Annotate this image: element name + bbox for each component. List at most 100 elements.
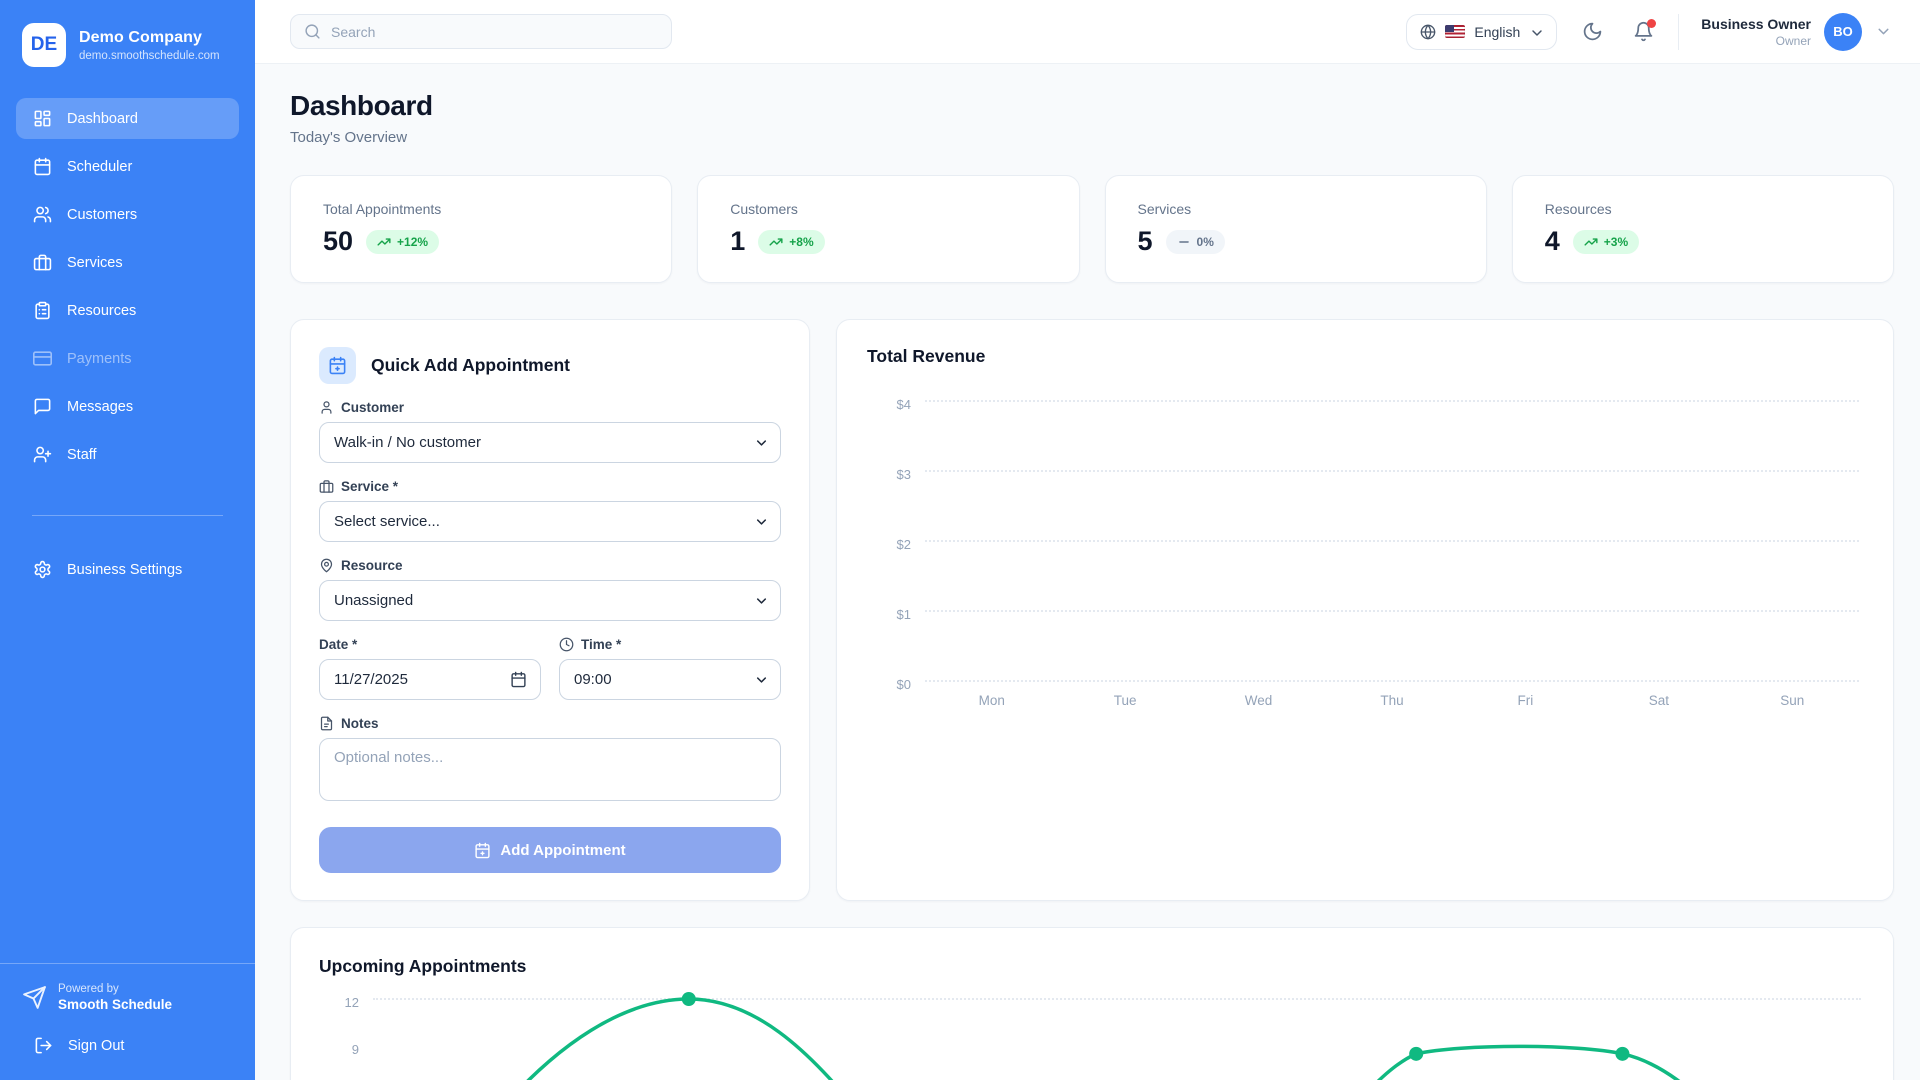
upcoming-line-svg	[377, 999, 1894, 1080]
sign-out-button[interactable]: Sign Out	[22, 1025, 235, 1066]
sidebar-item-services[interactable]: Services	[16, 242, 239, 283]
stat-value: 50	[323, 226, 353, 257]
topbar-divider	[1678, 14, 1679, 50]
chevron-down-icon	[1875, 23, 1892, 40]
search-input[interactable]	[331, 24, 658, 40]
calendar-icon	[33, 157, 52, 176]
upcoming-data-point	[1615, 1047, 1629, 1061]
resource-select[interactable]: Unassigned	[319, 580, 781, 621]
resource-field-label: Resource	[319, 558, 781, 573]
stat-delta-badge: +12%	[366, 230, 439, 254]
revenue-x-label: Thu	[1325, 693, 1458, 708]
date-field-label: Date *	[319, 637, 541, 652]
sidebar-item-payments[interactable]: Payments	[16, 338, 239, 379]
sidebar-divider	[32, 515, 223, 516]
revenue-title: Total Revenue	[867, 346, 1863, 367]
notes-field-label: Notes	[319, 716, 781, 731]
search-box	[290, 14, 672, 49]
sidebar-item-scheduler[interactable]: Scheduler	[16, 146, 239, 187]
user-menu[interactable]: Business Owner Owner BO	[1701, 13, 1892, 51]
sidebar-item-label: Scheduler	[67, 159, 132, 175]
content: Dashboard Today's Overview Total Appoint…	[255, 64, 1920, 1080]
stat-value: 4	[1545, 226, 1560, 257]
sidebar-item-customers[interactable]: Customers	[16, 194, 239, 235]
powered-by: Powered by Smooth Schedule	[22, 983, 235, 1012]
service-select[interactable]: Select service...	[319, 501, 781, 542]
upcoming-chart: 129	[319, 999, 1865, 1080]
briefcase-icon	[33, 253, 52, 272]
upcoming-card: Upcoming Appointments 129	[290, 927, 1894, 1080]
clipboard-icon	[33, 301, 52, 320]
stat-value: 1	[730, 226, 745, 257]
gear-icon	[33, 560, 52, 579]
user-role: Owner	[1701, 34, 1811, 48]
quick-add-title: Quick Add Appointment	[371, 355, 570, 376]
sidebar-item-staff[interactable]: Staff	[16, 434, 239, 475]
page-title: Dashboard	[290, 90, 1894, 122]
add-appointment-button[interactable]: Add Appointment	[319, 827, 781, 873]
message-square-icon	[33, 397, 52, 416]
stat-card-services: Services 5 0%	[1105, 175, 1487, 283]
upcoming-data-point	[1409, 1047, 1423, 1061]
calendar-icon	[510, 671, 527, 688]
topbar: English Business Owner Owner BO	[255, 0, 1920, 64]
minus-icon	[1177, 235, 1191, 249]
moon-icon	[1582, 21, 1603, 42]
service-field-label: Service *	[319, 479, 781, 494]
brand-domain: demo.smoothschedule.com	[79, 50, 220, 62]
page-subtitle: Today's Overview	[290, 129, 1894, 146]
search-icon	[304, 23, 321, 40]
sidebar-item-label: Resources	[67, 303, 136, 319]
customer-select[interactable]: Walk-in / No customer	[319, 422, 781, 463]
sidebar-footer: Powered by Smooth Schedule Sign Out	[0, 963, 255, 1080]
stat-card-customers: Customers 1 +8%	[697, 175, 1079, 283]
notifications-button[interactable]	[1633, 21, 1654, 42]
language-label: English	[1474, 24, 1520, 40]
staff-icon	[33, 445, 52, 464]
notification-dot	[1647, 19, 1656, 28]
sidebar: DE Demo Company demo.smoothschedule.com …	[0, 0, 255, 1080]
sidebar-nav: Dashboard Scheduler Customers Services R…	[0, 85, 255, 590]
customer-field-label: Customer	[319, 400, 781, 415]
chevron-down-icon	[1529, 25, 1543, 39]
sidebar-item-resources[interactable]: Resources	[16, 290, 239, 331]
avatar: BO	[1824, 13, 1862, 51]
user-icon	[319, 400, 334, 415]
revenue-x-label: Mon	[925, 693, 1058, 708]
sidebar-item-label: Customers	[67, 207, 137, 223]
sidebar-item-messages[interactable]: Messages	[16, 386, 239, 427]
trending-up-icon	[1584, 235, 1598, 249]
stats-row: Total Appointments 50 +12% Customers 1 +…	[290, 175, 1894, 283]
stat-label: Total Appointments	[323, 201, 639, 217]
language-selector[interactable]: English	[1406, 14, 1557, 50]
users-icon	[33, 205, 52, 224]
stat-label: Services	[1138, 201, 1454, 217]
sidebar-item-label: Dashboard	[67, 111, 138, 127]
stat-delta-badge: 0%	[1166, 230, 1225, 254]
dark-mode-toggle[interactable]	[1582, 21, 1603, 42]
trending-up-icon	[377, 235, 391, 249]
log-out-icon	[34, 1036, 53, 1055]
smooth-schedule-logo-icon	[22, 985, 47, 1010]
stat-label: Resources	[1545, 201, 1861, 217]
date-input[interactable]: 11/27/2025	[319, 659, 541, 700]
sidebar-item-dashboard[interactable]: Dashboard	[16, 98, 239, 139]
sidebar-item-business-settings[interactable]: Business Settings	[16, 549, 239, 590]
brand-name: Demo Company	[79, 29, 220, 47]
quick-add-card: Quick Add Appointment Customer Walk-in /…	[290, 319, 810, 901]
brand-logo: DE	[22, 23, 66, 67]
revenue-x-label: Wed	[1192, 693, 1325, 708]
sidebar-item-label: Services	[67, 255, 123, 271]
powered-by-label: Powered by	[58, 983, 172, 995]
stat-delta-badge: +8%	[758, 230, 824, 254]
time-select[interactable]: 09:00	[559, 659, 781, 700]
main-grid: Quick Add Appointment Customer Walk-in /…	[290, 319, 1894, 901]
notes-textarea[interactable]	[319, 738, 781, 801]
sign-out-label: Sign Out	[68, 1038, 124, 1054]
app-root: DE Demo Company demo.smoothschedule.com …	[0, 0, 1920, 1080]
calendar-plus-icon	[474, 842, 491, 859]
main-area: English Business Owner Owner BO	[255, 0, 1920, 1080]
topbar-right: English Business Owner Owner BO	[1406, 13, 1892, 51]
sidebar-item-label: Business Settings	[67, 562, 182, 578]
file-text-icon	[319, 716, 334, 731]
